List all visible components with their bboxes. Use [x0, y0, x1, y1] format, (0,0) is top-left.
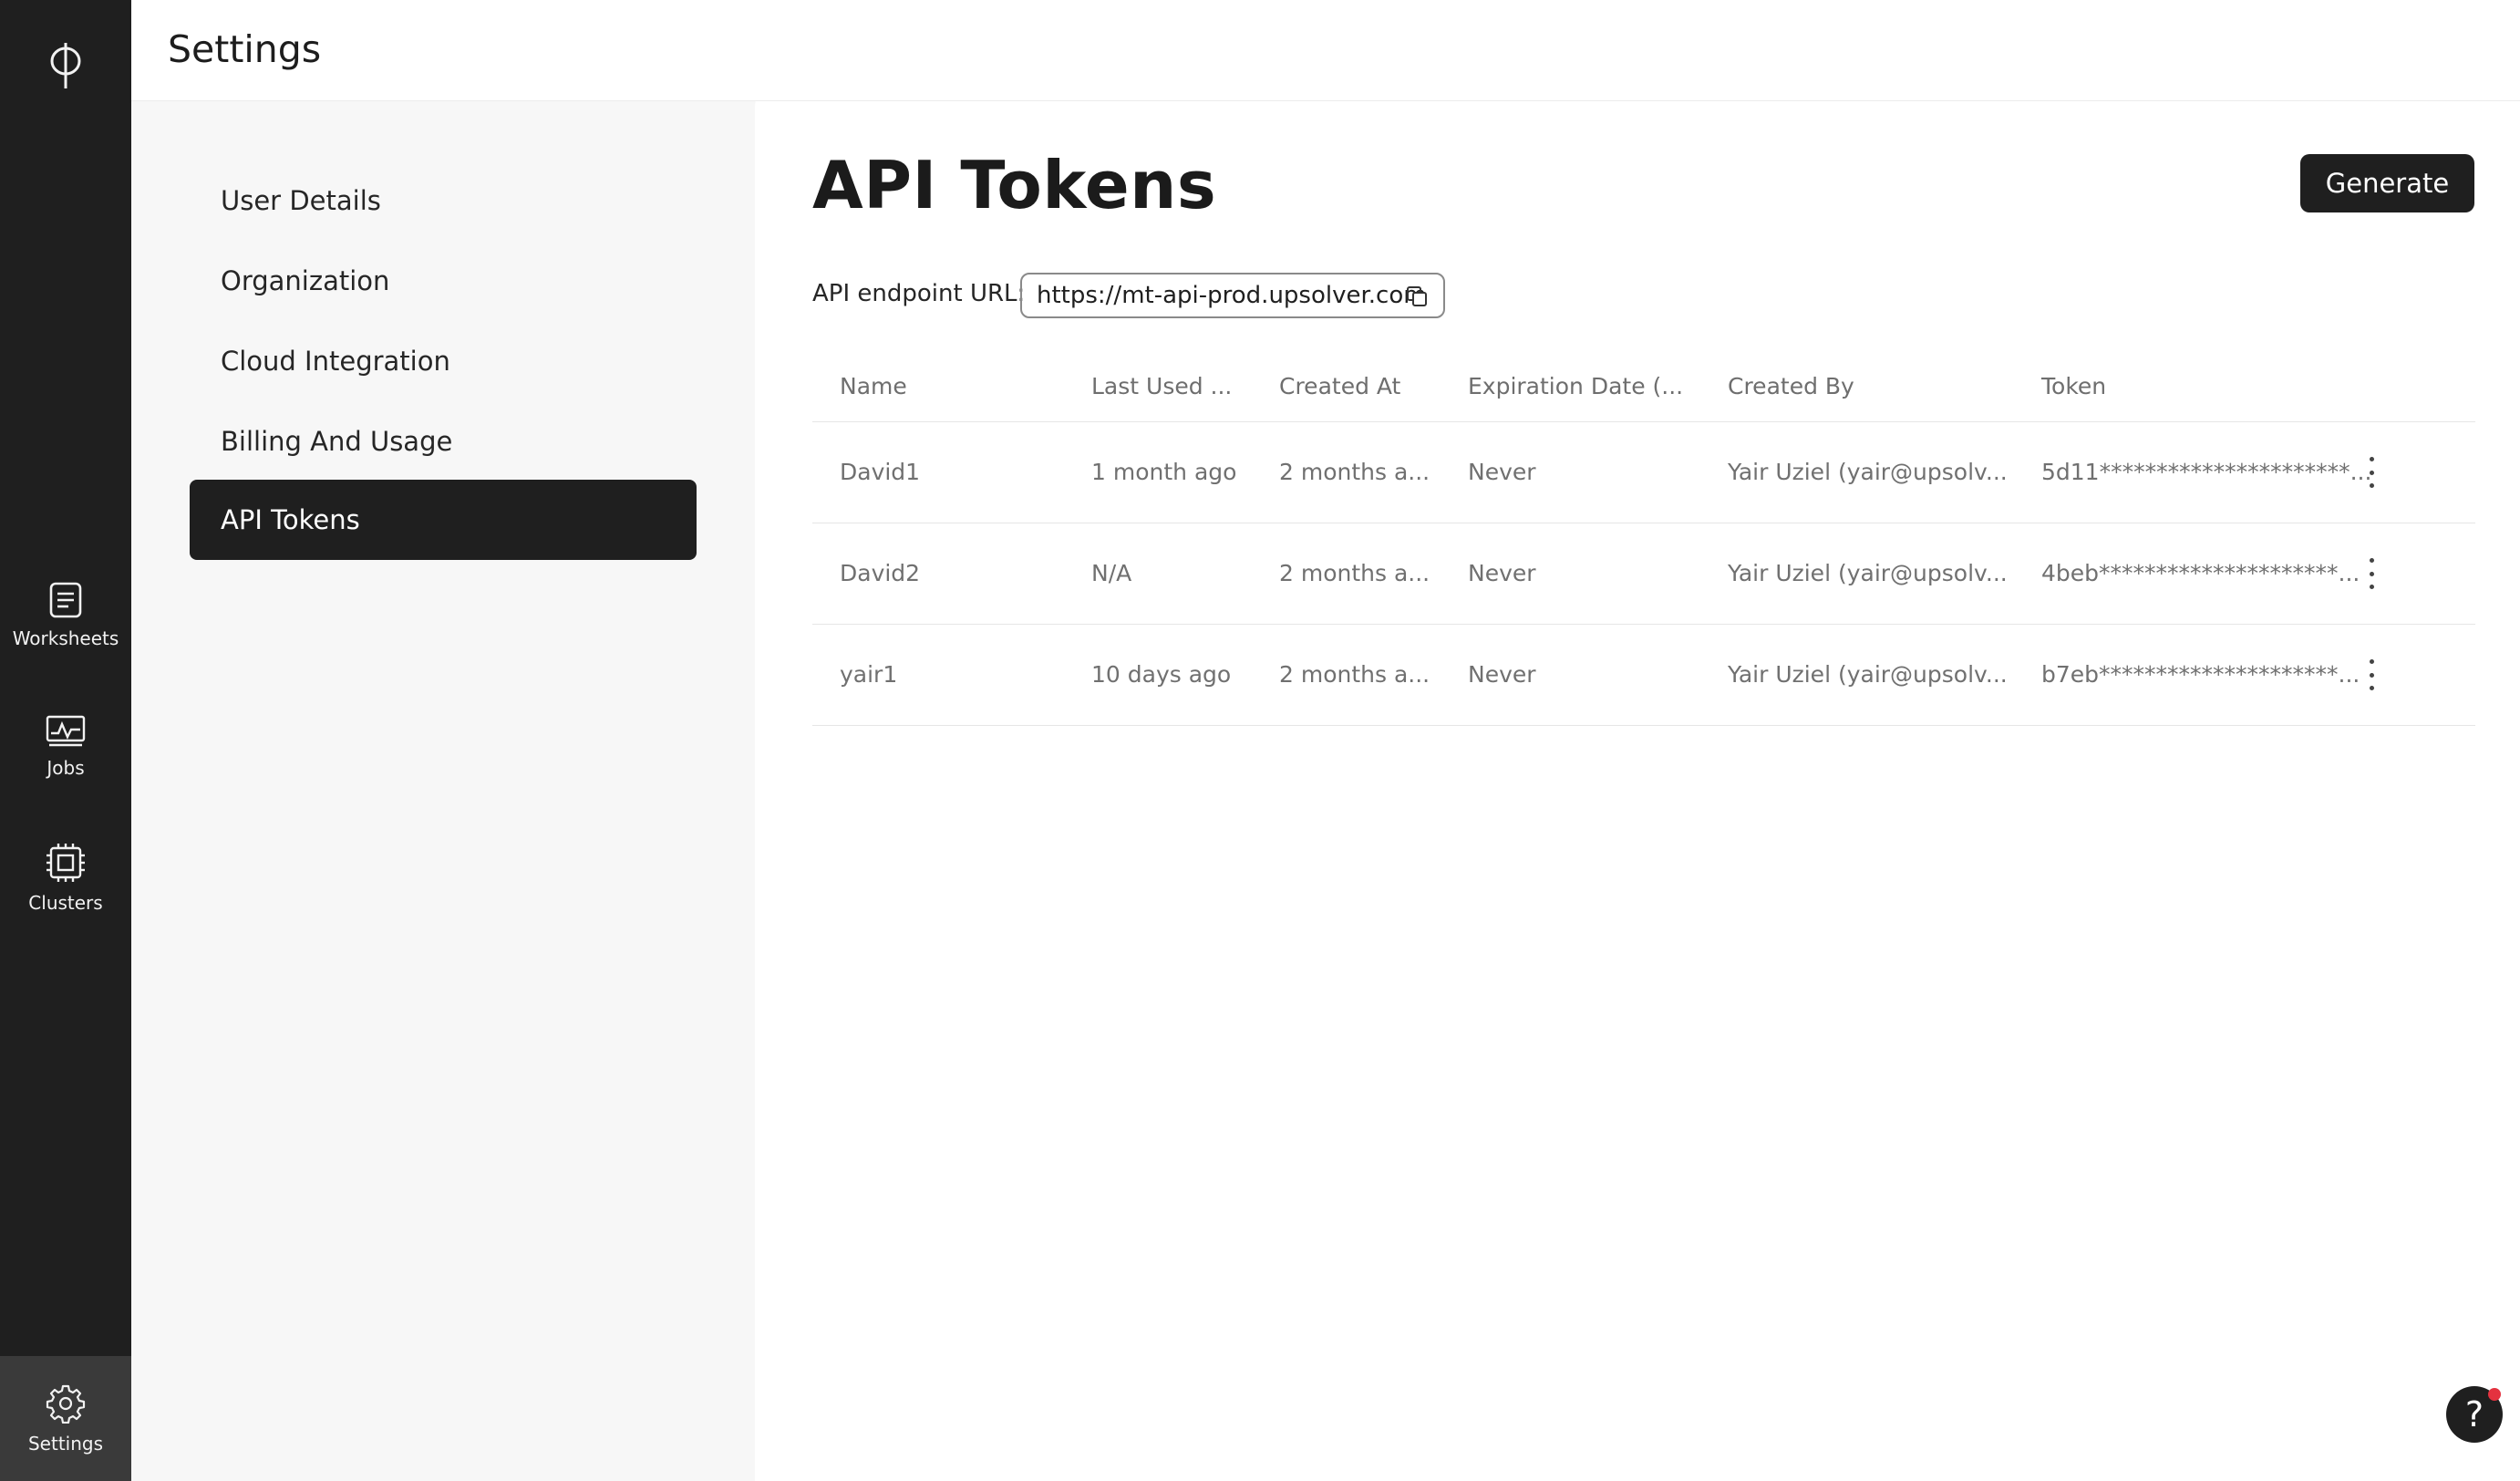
column-header-name[interactable]: Name	[840, 373, 907, 399]
page-header: Settings	[131, 0, 2520, 101]
logo-icon	[50, 43, 81, 88]
help-icon: ?	[2464, 1394, 2484, 1434]
cell-token: b7eb*********************...	[2041, 661, 2360, 688]
menu-item-label: Organization	[221, 265, 390, 296]
copy-icon[interactable]	[1405, 285, 1429, 308]
menu-item-label: API Tokens	[221, 504, 360, 535]
table-row[interactable]: yair1 10 days ago 2 months a... Never Ya…	[812, 625, 2475, 726]
rail-item-settings[interactable]: Settings	[0, 1356, 131, 1481]
table-row[interactable]: David2 N/A 2 months a... Never Yair Uzie…	[812, 523, 2475, 625]
cluster-icon	[46, 844, 85, 882]
rail-item-clusters[interactable]: Clusters	[0, 828, 131, 928]
cell-created-at: 2 months a...	[1279, 560, 1430, 586]
cell-token: 4beb*********************...	[2041, 560, 2360, 586]
endpoint-url-value: https://mt-api-prod.upsolver.com	[1037, 282, 1427, 309]
rail-item-label: Worksheets	[12, 627, 119, 649]
cell-expiration-date: Never	[1468, 560, 1536, 586]
rail-item-worksheets[interactable]: Worksheets	[0, 565, 131, 666]
jobs-icon	[46, 715, 86, 747]
menu-item-user-details[interactable]: User Details	[190, 161, 697, 241]
menu-item-label: User Details	[221, 185, 381, 216]
help-button[interactable]: ?	[2446, 1386, 2503, 1443]
menu-item-label: Billing And Usage	[221, 426, 453, 457]
cell-created-at: 2 months a...	[1279, 459, 1430, 485]
cell-name: David1	[840, 459, 921, 485]
table-row[interactable]: David1 1 month ago 2 months a... Never Y…	[812, 422, 2475, 523]
main-content: API Tokens Generate API endpoint URL: ht…	[756, 101, 2520, 1481]
cell-last-used: N/A	[1091, 560, 1132, 586]
nav-rail: Worksheets Jobs Clusters Settings	[0, 0, 131, 1481]
section-title: API Tokens	[812, 147, 1217, 223]
cell-created-by: Yair Uziel (yair@upsolv...	[1728, 560, 2008, 586]
row-actions-icon[interactable]	[2362, 457, 2381, 488]
cell-token: 5d11**********************...	[2041, 459, 2372, 485]
cell-created-at: 2 months a...	[1279, 661, 1430, 688]
column-header-last-used[interactable]: Last Used ...	[1091, 373, 1232, 399]
menu-item-cloud-integration[interactable]: Cloud Integration	[190, 321, 697, 401]
menu-item-api-tokens[interactable]: API Tokens	[190, 480, 697, 560]
endpoint-url-field[interactable]: https://mt-api-prod.upsolver.com	[1020, 273, 1445, 318]
settings-menu: User Details Organization Cloud Integrat…	[131, 101, 755, 1481]
tokens-table: Name Last Used ... Created At Expiration…	[812, 352, 2475, 726]
menu-item-billing-and-usage[interactable]: Billing And Usage	[190, 401, 697, 482]
cell-created-by: Yair Uziel (yair@upsolv...	[1728, 661, 2008, 688]
rail-item-label: Settings	[27, 1432, 104, 1455]
column-header-created-at[interactable]: Created At	[1279, 373, 1400, 399]
rail-item-jobs[interactable]: Jobs	[0, 697, 131, 797]
cell-name: yair1	[840, 661, 898, 688]
menu-item-label: Cloud Integration	[221, 346, 450, 377]
rail-item-label: Jobs	[46, 757, 85, 779]
table-header: Name Last Used ... Created At Expiration…	[812, 352, 2475, 422]
column-header-expiration-date[interactable]: Expiration Date (...	[1468, 373, 1683, 399]
column-header-created-by[interactable]: Created By	[1728, 373, 1854, 399]
menu-item-organization[interactable]: Organization	[190, 241, 697, 321]
page-title: Settings	[168, 27, 322, 71]
rail-item-label: Clusters	[28, 892, 103, 914]
gear-icon	[46, 1384, 86, 1424]
row-actions-icon[interactable]	[2362, 659, 2381, 690]
cell-last-used: 1 month ago	[1091, 459, 1237, 485]
column-header-token[interactable]: Token	[2041, 373, 2106, 399]
notification-dot	[2488, 1388, 2501, 1401]
cell-created-by: Yair Uziel (yair@upsolv...	[1728, 459, 2008, 485]
cell-last-used: 10 days ago	[1091, 661, 1232, 688]
generate-button[interactable]: Generate	[2300, 154, 2474, 212]
row-actions-icon[interactable]	[2362, 558, 2381, 589]
cell-name: David2	[840, 560, 921, 586]
cell-expiration-date: Never	[1468, 459, 1536, 485]
worksheet-icon	[49, 582, 82, 618]
cell-expiration-date: Never	[1468, 661, 1536, 688]
endpoint-label: API endpoint URL:	[812, 280, 1026, 307]
upsolver-logo[interactable]	[0, 33, 131, 97]
